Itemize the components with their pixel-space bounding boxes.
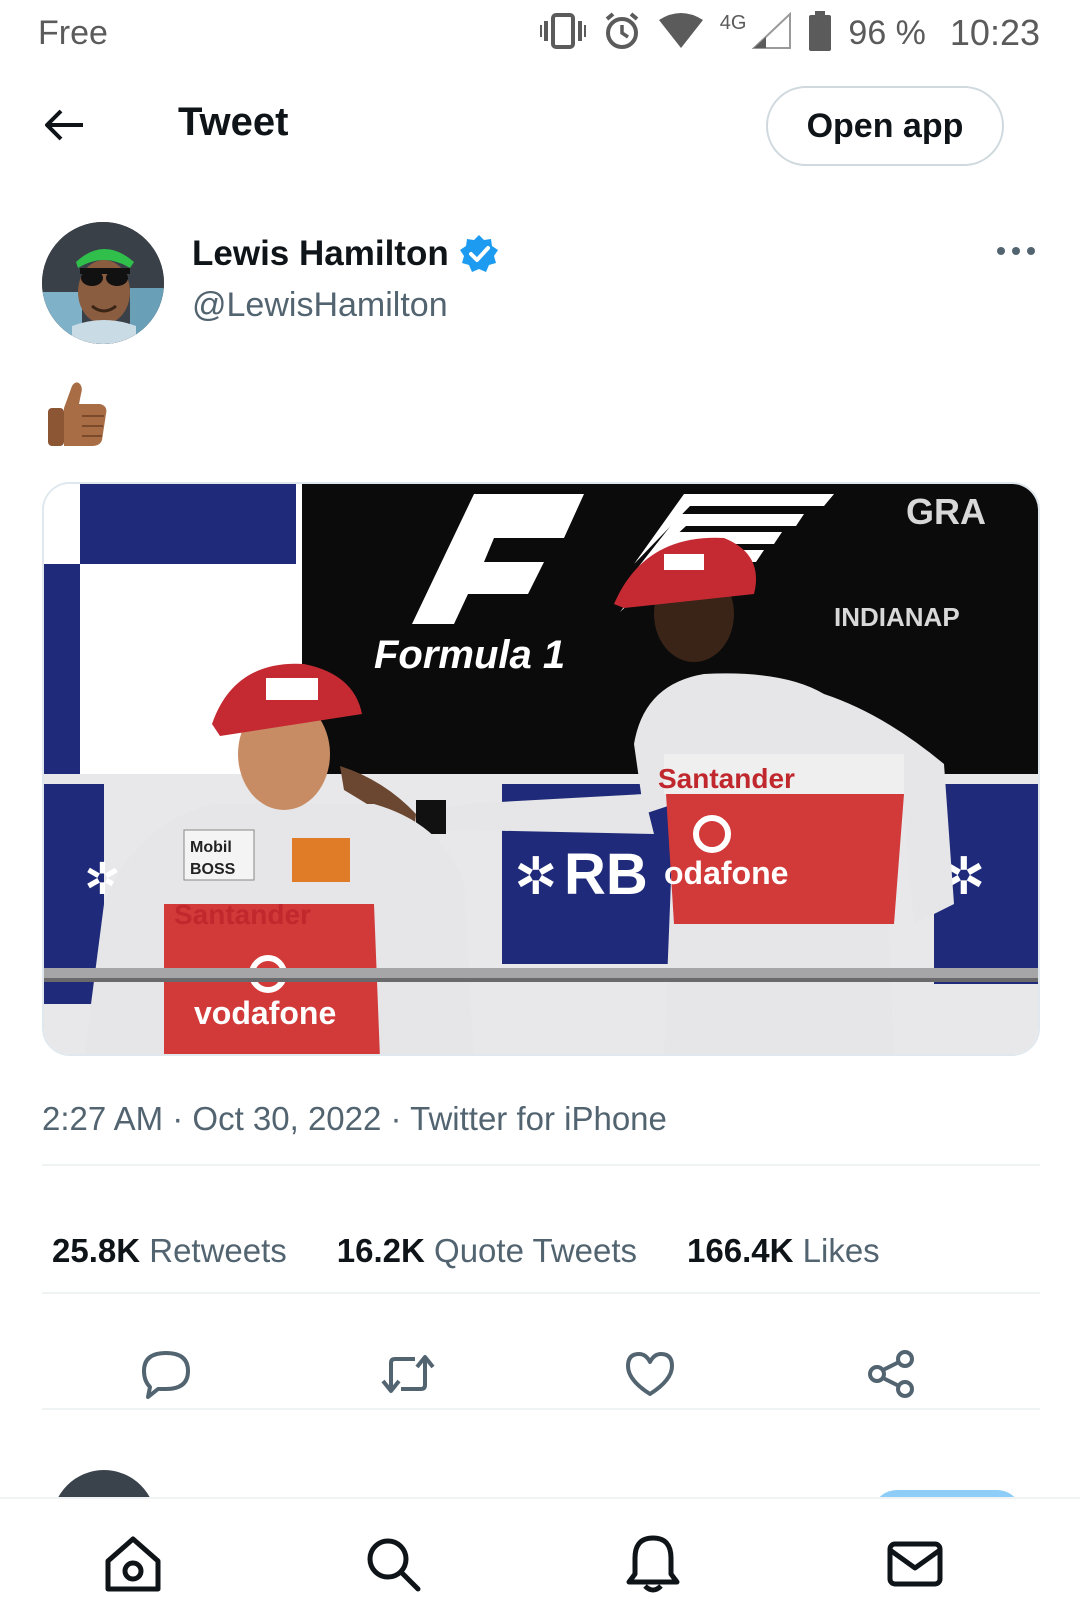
share-icon	[868, 1350, 914, 1398]
alarm-icon	[602, 11, 642, 56]
divider	[42, 1164, 1040, 1166]
banner-text-top: GRA	[906, 491, 986, 532]
meta-separator: ·	[381, 1100, 411, 1137]
wifi-icon	[658, 12, 704, 55]
reply-button[interactable]	[128, 1336, 204, 1412]
top-app-bar: Tweet Open app	[0, 86, 1080, 166]
author-name-row[interactable]: Lewis Hamilton	[192, 234, 499, 274]
retweet-button[interactable]	[370, 1336, 446, 1412]
like-button[interactable]	[612, 1336, 688, 1412]
tweet-stats: 25.8K Retweets 16.2K Quote Tweets 166.4K…	[52, 1232, 880, 1282]
left-sponsor-2: vodafone	[194, 995, 336, 1031]
retweets-label: Retweets	[149, 1232, 287, 1269]
svg-text:✲: ✲	[514, 848, 558, 906]
battery-icon	[808, 10, 832, 56]
retweet-icon	[381, 1355, 435, 1393]
tweet-time[interactable]: 2:27 AM	[42, 1100, 163, 1137]
back-button[interactable]	[36, 100, 92, 150]
tweet-author: Lewis Hamilton @LewisHamilton	[42, 222, 1040, 346]
divider	[42, 1292, 1040, 1294]
likes-label: Likes	[802, 1232, 880, 1269]
clock: 10:23	[949, 12, 1040, 53]
more-dots-icon	[997, 247, 1035, 255]
right-sponsor-2: odafone	[664, 855, 788, 891]
left-chest-text-1: Mobil	[190, 839, 232, 856]
share-button[interactable]	[854, 1336, 930, 1412]
status-bar: Free 4G 96 % 10:23	[0, 0, 1080, 66]
nav-home[interactable]	[98, 1529, 168, 1599]
likes-count: 166.4K	[687, 1232, 794, 1269]
open-app-button[interactable]: Open app	[766, 86, 1004, 166]
page-title: Tweet	[178, 100, 289, 144]
nav-notifications[interactable]	[618, 1529, 688, 1599]
vibrate-icon	[539, 11, 586, 56]
reply-icon	[142, 1351, 190, 1399]
author-handle[interactable]: @LewisHamilton	[192, 286, 448, 325]
notifications-icon	[626, 1535, 680, 1593]
verified-badge-icon	[459, 235, 498, 272]
quote-tweets-stat[interactable]: 16.2K Quote Tweets	[337, 1232, 637, 1282]
home-icon	[105, 1536, 161, 1592]
divider	[42, 1408, 1040, 1410]
battery-percent: 96 %	[848, 13, 926, 52]
quote-tweets-count: 16.2K	[336, 1232, 425, 1269]
banner-text-right: INDIANAP	[834, 602, 960, 632]
left-chest-text-2: BOSS	[190, 861, 236, 878]
retweets-stat[interactable]: 25.8K Retweets	[52, 1232, 287, 1282]
tweet-text	[42, 378, 162, 458]
left-sponsor-1: Santander	[174, 899, 311, 930]
network-type-label: 4G	[719, 11, 747, 34]
arrow-left-icon	[45, 109, 83, 141]
messages-icon	[887, 1541, 943, 1587]
nav-search[interactable]	[358, 1529, 428, 1599]
meta-separator: ·	[163, 1100, 193, 1137]
like-icon	[626, 1352, 674, 1396]
signal-icon	[751, 11, 792, 55]
author-name: Lewis Hamilton	[192, 234, 449, 273]
retweets-count: 25.8K	[52, 1232, 141, 1269]
tweet-media-image[interactable]: Formula 1 GRA INDIANAP RB ✲ ✲ ✲ Santande…	[42, 482, 1040, 1056]
formula1-logo-text: Formula 1	[374, 633, 565, 677]
bottom-navigation	[0, 1497, 1080, 1620]
tweet-actions	[42, 1336, 1040, 1412]
board-text: RB	[564, 842, 648, 907]
avatar[interactable]	[42, 222, 164, 344]
status-icons: 4G 96 % 10:23	[539, 10, 1040, 56]
search-icon	[367, 1538, 421, 1592]
thumbs-up-emoji	[48, 382, 107, 446]
more-options-button[interactable]	[992, 236, 1040, 266]
nav-messages[interactable]	[880, 1529, 950, 1599]
tweet-metadata: 2:27 AM · Oct 30, 2022 · Twitter for iPh…	[42, 1100, 667, 1138]
quote-tweets-label: Quote Tweets	[434, 1232, 638, 1269]
right-sponsor-1: Santander	[658, 763, 795, 794]
likes-stat[interactable]: 166.4K Likes	[687, 1232, 880, 1282]
tweet-source[interactable]: Twitter for iPhone	[410, 1100, 667, 1137]
tweet-date[interactable]: Oct 30, 2022	[192, 1100, 381, 1137]
carrier-label: Free	[38, 14, 108, 52]
